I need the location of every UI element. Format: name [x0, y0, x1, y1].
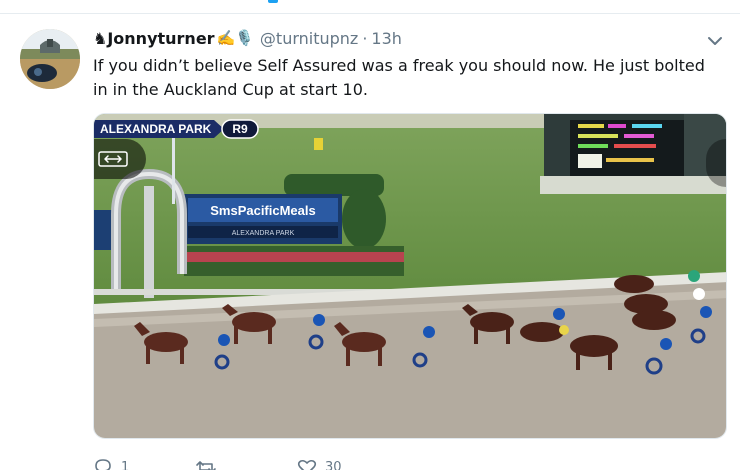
race-video-frame: SmsPacificMeals ALEXANDRA PARK ALEXANDRA…: [94, 114, 726, 438]
heart-icon: [297, 459, 317, 470]
reply-icon: [95, 459, 111, 470]
name-emojis: ✍️🎙️: [216, 29, 254, 47]
sponsor-logo-text: SmsPacificMeals: [210, 203, 316, 218]
separator-dot: ·: [362, 28, 368, 48]
top-bar: [0, 0, 740, 14]
sponsor-sub-text: ALEXANDRA PARK: [232, 230, 295, 237]
tab-indicator: [268, 0, 278, 3]
user-handle[interactable]: @turnitupnz: [260, 29, 358, 48]
tweet-text: If you didn’t believe Self Assured was a…: [93, 56, 705, 99]
timestamp[interactable]: 13h: [371, 29, 402, 48]
tweet-header: ♞Jonnyturner ✍️🎙️ @turnitupnz · 13h: [93, 27, 402, 49]
reply-button[interactable]: 1: [93, 458, 129, 470]
display-name[interactable]: ♞Jonnyturner: [93, 29, 215, 48]
like-button[interactable]: 30: [297, 458, 342, 470]
reply-count: 1: [121, 459, 130, 470]
retweet-icon: [196, 461, 216, 470]
retweet-button[interactable]: [195, 458, 225, 470]
chevron-down-icon: [708, 37, 722, 45]
more-options-button[interactable]: [706, 33, 724, 47]
avatar-image: [20, 29, 80, 89]
tweet-actions: 1 30: [93, 458, 433, 470]
track-name-label: ALEXANDRA PARK: [100, 122, 212, 136]
race-number-label: R9: [232, 122, 248, 136]
avatar[interactable]: [20, 29, 80, 89]
expand-icon: [98, 151, 128, 167]
tweet-media[interactable]: SmsPacificMeals ALEXANDRA PARK ALEXANDRA…: [93, 113, 727, 439]
like-count: 30: [325, 459, 342, 470]
expand-media-button[interactable]: [94, 139, 146, 179]
